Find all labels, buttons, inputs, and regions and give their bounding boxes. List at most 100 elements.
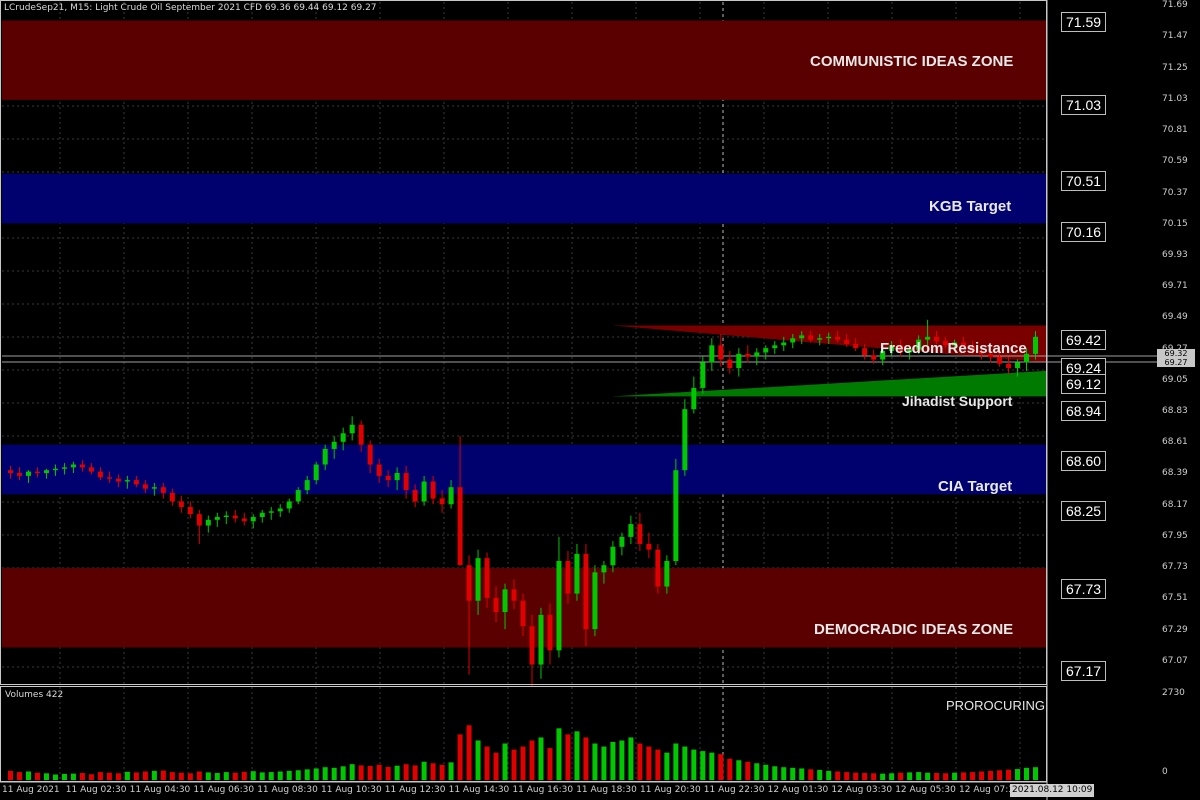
jihadist-support-label: Jihadist Support	[902, 393, 1013, 409]
price-tick-label: 68.17	[1162, 499, 1188, 510]
volume-bar	[349, 764, 355, 780]
level-tag[interactable]: 70.51	[1061, 171, 1107, 191]
candle-body	[277, 508, 283, 512]
volume-bar	[223, 772, 229, 780]
volume-bar	[916, 772, 922, 780]
candle-body	[133, 480, 139, 485]
candle-body	[394, 473, 400, 481]
candle-body	[457, 487, 463, 566]
level-tag[interactable]: 71.03	[1061, 95, 1107, 115]
candle-body	[43, 470, 49, 474]
candle-body	[268, 511, 274, 513]
volume-bar	[664, 752, 670, 780]
freedom-resistance-label: Freedom Resistance	[880, 340, 1027, 357]
volume-bar	[610, 741, 616, 780]
zone-kgb	[2, 173, 1046, 224]
price-tick-label: 67.29	[1162, 624, 1188, 635]
price-tick-label: 69.49	[1162, 312, 1188, 323]
candle-body	[169, 492, 175, 502]
time-tick-label: 11 Aug 12:30	[384, 785, 446, 795]
candle-body	[385, 475, 391, 481]
time-tick-label: 12 Aug 03:30	[831, 785, 893, 795]
time-tick-label: 12 Aug 01:30	[767, 785, 829, 795]
volume-bar	[448, 762, 454, 780]
volume-bar	[763, 764, 769, 780]
volume-bar	[871, 773, 877, 780]
level-tag[interactable]: 67.17	[1061, 661, 1107, 681]
volume-bar	[952, 772, 958, 780]
candle-body	[466, 565, 472, 601]
volume-bar	[493, 752, 499, 780]
volume-bar	[466, 725, 472, 780]
candle-body	[196, 514, 202, 526]
candle-body	[511, 589, 517, 601]
candle-body	[862, 348, 868, 356]
volume-bar	[214, 773, 220, 780]
level-tag[interactable]: 70.16	[1061, 222, 1107, 242]
candle-body	[619, 536, 625, 547]
candle-body	[610, 546, 616, 566]
volume-bar	[853, 772, 859, 780]
volume-bar	[421, 761, 427, 780]
volume-bar	[7, 770, 13, 780]
volume-bar	[691, 749, 697, 780]
volume-bar	[718, 754, 724, 780]
chart-canvas[interactable]	[0, 0, 1200, 800]
candle-body	[421, 481, 427, 502]
candle-body	[313, 464, 319, 481]
candle-body	[493, 597, 499, 613]
candle-body	[34, 471, 40, 474]
candle-body	[151, 487, 157, 489]
candle-body	[286, 501, 292, 509]
price-tick-label: 69.71	[1162, 281, 1188, 292]
candle-body	[70, 464, 76, 468]
volume-bar	[979, 771, 985, 780]
level-tag[interactable]: 67.73	[1061, 579, 1107, 599]
volume-bar	[799, 768, 805, 780]
level-tag[interactable]: 71.59	[1061, 12, 1107, 32]
level-tag[interactable]: 68.60	[1061, 451, 1107, 471]
time-tick-label: 11 Aug 16:30	[512, 785, 574, 795]
time-tick-label: 11 Aug 04:30	[129, 785, 191, 795]
volume-bar	[772, 766, 778, 780]
volume-bar	[124, 771, 130, 780]
price-tick-label: 71.47	[1162, 31, 1188, 42]
volume-bar	[835, 771, 841, 780]
volume-bar	[70, 773, 76, 780]
volume-bar	[385, 766, 391, 780]
volume-bar	[187, 773, 193, 780]
candle-body	[79, 464, 85, 468]
time-tick-label: 11 Aug 18:30	[576, 785, 637, 795]
volume-bar	[169, 772, 175, 780]
volume-bar	[133, 772, 139, 780]
candle-body	[727, 359, 733, 369]
volume-bar	[412, 765, 418, 780]
candle-body	[628, 524, 634, 537]
candle-body	[700, 362, 706, 388]
candle-body	[61, 467, 67, 469]
time-tick-label: 11 Aug 02:30	[65, 785, 127, 795]
level-tag[interactable]: 69.12	[1061, 374, 1107, 394]
candle-body	[259, 512, 265, 518]
candle-body	[790, 338, 796, 343]
volume-bar	[637, 743, 643, 780]
candle-body	[223, 515, 229, 518]
volume-bar	[34, 772, 40, 780]
candle-body	[1006, 363, 1012, 369]
volume-bar	[25, 771, 31, 780]
candle-body	[502, 589, 508, 613]
volume-bar	[889, 773, 895, 780]
wedges	[2, 325, 1160, 397]
level-tag[interactable]: 68.94	[1061, 401, 1107, 421]
candle-body	[754, 352, 760, 357]
price-tick-label: 67.07	[1162, 655, 1188, 666]
volume-bar	[1024, 767, 1030, 780]
candle-body	[871, 355, 877, 360]
candle-body	[331, 441, 337, 449]
candle-body	[808, 335, 814, 340]
volume-bar	[826, 770, 832, 780]
zone-label-communistic: COMMUNISTIC IDEAS ZONE	[810, 53, 1014, 70]
level-tag[interactable]: 69.42	[1061, 330, 1107, 350]
level-tag[interactable]: 68.25	[1061, 501, 1107, 521]
volume-bar	[529, 740, 535, 780]
